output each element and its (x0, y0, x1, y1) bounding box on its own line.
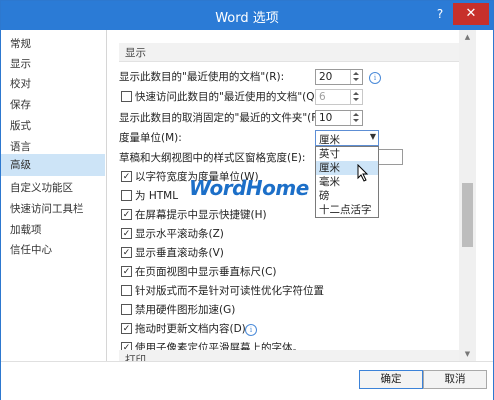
sidebar-item-add-ins[interactable]: 加载项 (1, 220, 105, 240)
units-dropdown[interactable]: 厘米 ▼ (315, 130, 379, 146)
style-area-label: 草稿和大纲视图中的样式区窗格宽度(E): (119, 152, 306, 164)
sidebar-item-proofing[interactable]: 校对 (1, 74, 105, 94)
sidebar-item-trust-center[interactable]: 信任中心 (1, 240, 105, 260)
info-icon[interactable]: i (369, 72, 381, 84)
unpinned-folders-spinner[interactable]: 10 (315, 110, 363, 126)
units-row: 度量单位(M): (119, 129, 182, 147)
dropdown-option[interactable]: 英寸 (316, 147, 378, 161)
sidebar-item-advanced[interactable]: 高级 (1, 154, 105, 176)
checkbox-label: 禁用硬件图形加速(G) (135, 304, 236, 316)
checkbox[interactable]: ✓ (121, 323, 132, 334)
section-header-print: 打印 (119, 350, 459, 361)
info-icon[interactable]: i (245, 324, 257, 336)
units-selected-value: 厘米 (319, 134, 340, 146)
dialog-footer: 确定 取消 (1, 361, 493, 400)
section-title: 显示 (125, 47, 146, 59)
units-label: 度量单位(M): (119, 132, 182, 144)
recent-docs-row: 显示此数目的"最近使用的文档"(R): (119, 68, 284, 86)
sidebar-item-customize-ribbon[interactable]: 自定义功能区 (1, 178, 105, 198)
checkbox[interactable] (121, 285, 132, 296)
sidebar: 常规 显示 校对 保存 版式 语言 高级 自定义功能区 快速访问工具栏 加载项 … (1, 30, 107, 361)
spinner-value: 6 (319, 91, 326, 103)
checkbox-label: 拖动时更新文档内容(D) (135, 323, 246, 335)
quick-access-spinner: 6 (315, 89, 363, 105)
spinner-buttons[interactable] (350, 111, 362, 125)
spinner-value: 20 (319, 71, 333, 83)
checkbox-label: 显示水平滚动条(Z) (135, 228, 224, 240)
section-title: 打印 (125, 354, 146, 361)
sidebar-item-general[interactable]: 常规 (1, 34, 105, 54)
checkbox[interactable]: ✓ (121, 171, 132, 182)
sidebar-item-save[interactable]: 保存 (1, 95, 105, 115)
scroll-down-icon[interactable]: ▼ (459, 347, 476, 361)
checkbox-label: 为 HTML (135, 190, 179, 202)
sidebar-item-quick-access-toolbar[interactable]: 快速访问工具栏 (1, 199, 105, 219)
down-arrow-icon (353, 98, 359, 101)
wordhome-watermark: WordHome (189, 176, 309, 200)
scrollbar-thumb[interactable] (462, 183, 473, 247)
unpinned-folders-label: 显示此数目的取消固定的"最近的文件夹"(F): (119, 112, 325, 124)
spinner-value: 10 (319, 112, 333, 124)
style-area-row: 草稿和大纲视图中的样式区窗格宽度(E): (119, 149, 305, 167)
checkbox[interactable] (121, 190, 132, 201)
checkbox[interactable]: ✓ (121, 228, 132, 239)
ok-button[interactable]: 确定 (359, 370, 423, 389)
help-icon[interactable]: ? (431, 5, 449, 23)
chevron-down-icon[interactable]: ▼ (370, 132, 376, 141)
up-arrow-icon[interactable] (353, 113, 359, 116)
quick-access-checkbox[interactable] (121, 91, 132, 102)
checkbox[interactable]: ✓ (121, 209, 132, 220)
checkbox-label: 在页面视图中显示垂直标尺(C) (135, 266, 277, 278)
spinner-buttons (350, 90, 362, 104)
checkbox-label: 在屏幕提示中显示快捷键(H) (135, 209, 267, 221)
close-icon[interactable]: ✕ (453, 3, 489, 25)
title-bar: Word 选项 ? ✕ (1, 1, 493, 30)
scroll-up-icon[interactable]: ▲ (459, 30, 476, 44)
mouse-cursor-icon (357, 164, 369, 182)
sidebar-item-display[interactable]: 显示 (1, 54, 105, 74)
down-arrow-icon[interactable] (353, 78, 359, 81)
sidebar-item-typography[interactable]: 版式 (1, 116, 105, 136)
quick-access-label: 快速访问此数目的"最近使用的文档"(Q): (135, 91, 323, 103)
checkbox[interactable] (121, 304, 132, 315)
section-header-display: 显示 (119, 43, 459, 62)
dropdown-option[interactable]: 磅 (316, 189, 378, 203)
cancel-button[interactable]: 取消 (423, 370, 487, 389)
vertical-scrollbar[interactable]: ▲ ▼ (459, 30, 476, 361)
checkbox[interactable]: ✓ (121, 266, 132, 277)
unpinned-folders-row: 显示此数目的取消固定的"最近的文件夹"(F): (119, 109, 325, 127)
checkbox-label: 针对版式而不是针对可读性优化字符位置 (135, 285, 324, 297)
dropdown-option[interactable]: 十二点活字 (316, 203, 378, 217)
dialog-title: Word 选项 (215, 11, 279, 26)
up-arrow-icon (353, 92, 359, 95)
up-arrow-icon[interactable] (353, 72, 359, 75)
spinner-buttons[interactable] (350, 70, 362, 84)
units-dropdown-list[interactable]: 英寸 厘米 毫米 磅 十二点活字 (315, 146, 379, 218)
recent-docs-label: 显示此数目的"最近使用的文档"(R): (119, 71, 285, 83)
recent-docs-spinner[interactable]: 20 (315, 69, 363, 85)
word-options-dialog: Word 选项 ? ✕ 常规 显示 校对 保存 版式 语言 高级 自定义功能区 … (0, 0, 494, 400)
down-arrow-icon[interactable] (353, 119, 359, 122)
checkbox-label: 显示垂直滚动条(V) (135, 247, 224, 259)
checkbox[interactable]: ✓ (121, 247, 132, 258)
